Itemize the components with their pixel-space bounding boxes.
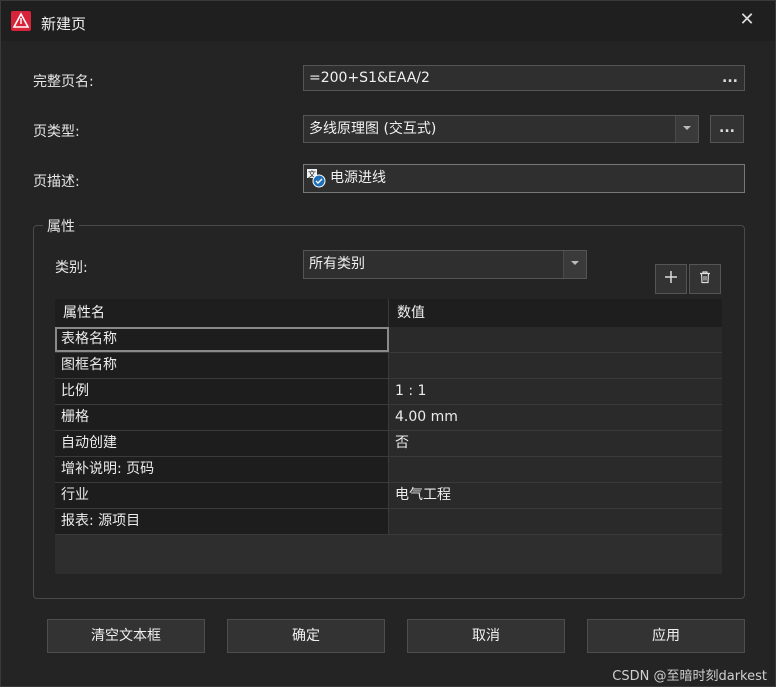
chevron-down-icon[interactable] xyxy=(675,116,698,142)
property-name-cell[interactable]: 比例 xyxy=(55,379,389,404)
table-row[interactable]: 增补说明: 页码 xyxy=(55,457,722,483)
page-type-browse-button[interactable]: ... xyxy=(710,115,744,143)
table-row[interactable]: 表格名称 xyxy=(55,327,722,353)
property-value-cell[interactable]: 电气工程 xyxy=(389,483,722,508)
category-value: 所有类别 xyxy=(309,256,365,272)
property-name-cell[interactable]: 增补说明: 页码 xyxy=(55,457,389,482)
trash-icon xyxy=(698,270,712,288)
property-value-cell[interactable] xyxy=(389,457,722,482)
table-row[interactable]: 比例 1 : 1 xyxy=(55,379,722,405)
property-value-cell[interactable]: 4.00 mm xyxy=(389,405,722,430)
category-label: 类别: xyxy=(55,260,88,276)
page-desc-value: 电源进线 xyxy=(330,170,386,186)
page-desc-label: 页描述: xyxy=(33,174,80,190)
page-type-select[interactable]: 多线原理图 (交互式) xyxy=(303,115,699,143)
add-property-button[interactable] xyxy=(655,264,687,294)
property-value-cell[interactable]: 否 xyxy=(389,431,722,456)
property-name-cell[interactable]: 自动创建 xyxy=(55,431,389,456)
window-title: 新建页 xyxy=(41,15,87,33)
full-page-name-browse-button[interactable]: ... xyxy=(722,66,738,90)
property-value-cell[interactable] xyxy=(389,353,722,378)
property-value-cell[interactable] xyxy=(389,327,722,352)
column-header-value[interactable]: 数值 xyxy=(389,299,722,327)
properties-group-title: 属性 xyxy=(43,216,79,236)
plus-icon xyxy=(664,270,678,288)
property-name-cell[interactable]: 表格名称 xyxy=(55,327,389,352)
language-icon[interactable]: 文 xyxy=(306,168,326,188)
page-type-label: 页类型: xyxy=(33,124,80,140)
cancel-button[interactable]: 取消 xyxy=(407,619,565,653)
full-page-name-field[interactable]: =200+S1&EAA/2 ... xyxy=(303,65,745,91)
property-name-cell[interactable]: 栅格 xyxy=(55,405,389,430)
table-row[interactable]: 行业 电气工程 xyxy=(55,483,722,509)
property-name-cell[interactable]: 报表: 源项目 xyxy=(55,509,389,534)
new-page-dialog: 新建页 ✕ 完整页名: =200+S1&EAA/2 ... 页类型: 多线原理图… xyxy=(0,0,776,687)
chevron-down-icon[interactable] xyxy=(563,251,586,278)
table-row[interactable]: 栅格 4.00 mm xyxy=(55,405,722,431)
watermark: CSDN @至暗时刻darkest xyxy=(612,669,767,684)
full-page-name-value: =200+S1&EAA/2 xyxy=(309,70,430,86)
delete-property-button[interactable] xyxy=(689,264,721,294)
category-select[interactable]: 所有类别 xyxy=(303,250,587,279)
clear-textboxes-button[interactable]: 清空文本框 xyxy=(47,619,205,653)
property-value-cell[interactable] xyxy=(389,509,722,534)
properties-table: 属性名 数值 表格名称 图框名称 比例 1 : 1 栅格 4.00 mm 自动创… xyxy=(55,299,722,574)
property-name-cell[interactable]: 行业 xyxy=(55,483,389,508)
close-icon[interactable]: ✕ xyxy=(733,7,761,33)
table-header: 属性名 数值 xyxy=(55,299,722,327)
ok-button[interactable]: 确定 xyxy=(227,619,385,653)
table-row[interactable]: 自动创建 否 xyxy=(55,431,722,457)
app-logo-icon xyxy=(11,11,31,31)
property-name-cell[interactable]: 图框名称 xyxy=(55,353,389,378)
full-page-name-label: 完整页名: xyxy=(33,74,94,90)
property-value-cell[interactable]: 1 : 1 xyxy=(389,379,722,404)
page-type-value: 多线原理图 (交互式) xyxy=(309,121,437,137)
title-bar: 新建页 ✕ xyxy=(1,1,775,41)
page-desc-field[interactable]: 文 电源进线 xyxy=(303,164,745,193)
table-row[interactable]: 报表: 源项目 xyxy=(55,509,722,535)
table-row[interactable]: 图框名称 xyxy=(55,353,722,379)
apply-button[interactable]: 应用 xyxy=(587,619,745,653)
column-header-name[interactable]: 属性名 xyxy=(55,299,389,327)
